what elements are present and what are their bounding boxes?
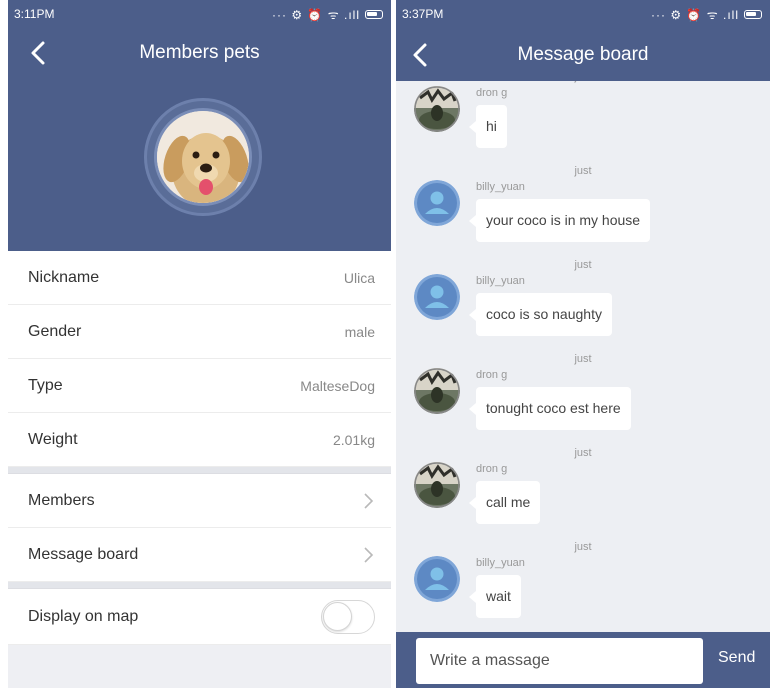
display-on-map-row: Display on map (8, 589, 391, 645)
status-time: 3:11PM (14, 7, 55, 21)
members-label: Members (28, 491, 95, 509)
message-author: dron g (476, 87, 508, 99)
message-time: just (574, 353, 592, 365)
message-author: dron g (476, 369, 508, 381)
status-glyphs: ··· ⚙ ⏰ ᯤ .ıll (651, 7, 739, 22)
section-divider (8, 582, 391, 589)
message-author: dron g (476, 463, 508, 475)
message-time: just (574, 259, 592, 271)
message-item: just billy_yuanyour coco is in my house (396, 165, 770, 259)
display-on-map-toggle[interactable] (321, 599, 375, 634)
message-item: just billy_yuancoco is so naughty (396, 259, 770, 353)
message-item: just dron g hi (396, 81, 770, 165)
detail-label: Nickname (28, 268, 100, 286)
message-header: 3:37PM ··· ⚙ ⏰ ᯤ .ıll Message board (396, 0, 770, 81)
detail-value: Ulica (343, 269, 375, 286)
pet-details-list: Nickname Ulica Gender male Type MalteseD… (8, 251, 391, 645)
chevron-right-icon (364, 492, 374, 509)
pet-avatar (144, 98, 262, 216)
battery-icon (744, 9, 762, 19)
detail-value: 2.01kg (332, 431, 375, 448)
message-bubble: wait (469, 575, 521, 618)
chevron-right-icon (364, 546, 374, 563)
default-user-avatar-icon[interactable] (414, 180, 460, 226)
message-time: just (396, 81, 770, 83)
message-bubble: tonught coco est here (469, 387, 631, 430)
detail-row-type: Type MalteseDog (8, 359, 391, 413)
message-author: billy_yuan (476, 275, 525, 287)
display-on-map-label: Display on map (28, 607, 139, 625)
message-input[interactable] (416, 638, 703, 684)
page-title: Members pets (139, 42, 260, 63)
detail-label: Weight (28, 430, 78, 448)
photo-avatar-icon[interactable] (414, 86, 460, 132)
message-time: just (574, 541, 592, 553)
message-bubble: your coco is in my house (468, 199, 651, 242)
nav-bar: Message board (396, 28, 770, 81)
detail-value: MalteseDog (300, 377, 375, 394)
message-board-screen: 3:37PM ··· ⚙ ⏰ ᯤ .ıll Message board just… (396, 0, 770, 688)
detail-label: Type (28, 376, 63, 394)
toggle-knob (323, 601, 352, 631)
message-author: billy_yuan (476, 557, 525, 569)
pet-profile-screen: 3:11PM ··· ⚙ ⏰ ᯤ .ıll Members pets Nickn… (8, 0, 391, 688)
photo-avatar-icon[interactable] (414, 368, 460, 414)
status-bar: 3:37PM ··· ⚙ ⏰ ᯤ .ıll (396, 0, 770, 28)
members-link[interactable]: Members (8, 474, 391, 528)
page-title: Message board (517, 43, 649, 65)
message-bubble: coco is so naughty (469, 293, 612, 336)
detail-row-nickname: Nickname Ulica (8, 251, 391, 305)
back-arrow-icon[interactable] (406, 40, 436, 70)
default-user-avatar-icon[interactable] (414, 556, 460, 602)
message-item: just dron g tonught coco est here (396, 353, 770, 447)
section-divider (8, 467, 391, 474)
photo-avatar-icon[interactable] (414, 462, 460, 508)
message-board-label: Message board (28, 545, 139, 563)
message-item: just dron g call me (396, 447, 770, 541)
message-board-link[interactable]: Message board (8, 528, 391, 582)
message-time: just (574, 447, 592, 459)
message-bubble: call me (468, 481, 541, 524)
message-bubble: hi (469, 105, 507, 148)
message-author: billy_yuan (476, 181, 525, 193)
detail-row-gender: Gender male (8, 305, 391, 359)
compose-bar: Send (396, 632, 770, 688)
status-bar: 3:11PM ··· ⚙ ⏰ ᯤ .ıll (8, 0, 391, 28)
battery-icon (365, 9, 383, 19)
status-icons: ··· ⚙ ⏰ ᯤ .ıll (651, 6, 762, 23)
nav-bar: Members pets (8, 28, 391, 78)
dog-photo-icon (154, 108, 252, 206)
message-item: just billy_yuanwait (396, 541, 770, 632)
send-button[interactable]: Send (718, 649, 755, 667)
back-arrow-icon[interactable] (24, 38, 54, 68)
default-user-avatar-icon[interactable] (414, 274, 460, 320)
message-list: justdron ghijustbilly_yuanyour coco is i… (396, 81, 770, 632)
message-time: just (574, 165, 592, 177)
status-glyphs: ··· ⚙ ⏰ ᯤ .ıll (272, 7, 360, 22)
status-time: 3:37PM (402, 7, 444, 21)
profile-header: 3:11PM ··· ⚙ ⏰ ᯤ .ıll Members pets (8, 0, 391, 251)
detail-value: male (344, 323, 375, 340)
detail-row-weight: Weight 2.01kg (8, 413, 391, 467)
status-icons: ··· ⚙ ⏰ ᯤ .ıll (272, 6, 383, 23)
detail-label: Gender (28, 322, 82, 340)
